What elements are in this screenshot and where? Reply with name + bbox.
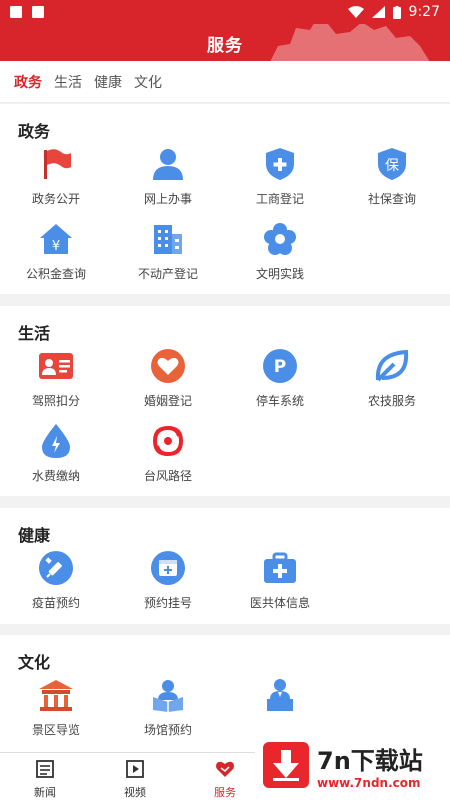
shield-bao-icon: 保 [374,146,410,182]
signal-icon [371,6,385,18]
nav-video[interactable]: 视频 [90,753,180,800]
water-drop-icon [38,423,74,459]
house-yen-icon: ¥ [38,221,74,257]
category-tabs: 政务 生活 健康 文化 [0,61,450,103]
flag-icon [38,146,74,182]
service-typhoon-path[interactable]: 台风路径 [112,423,224,484]
service-medical-community[interactable]: 医共体信息 [224,550,336,611]
service-housing-fund[interactable]: ¥ 公积金查询 [0,221,112,282]
service-social-security[interactable]: 保 社保查询 [336,146,448,207]
svg-text:保: 保 [385,158,399,174]
service-appointment-registration[interactable]: 预约挂号 [112,550,224,611]
watermark-main: 7n下载站 [317,746,423,775]
service-venue-booking[interactable]: 场馆预约 [112,677,224,738]
nav-news[interactable]: 新闻 [0,753,90,800]
svg-text:P: P [274,357,286,377]
tab-health[interactable]: 健康 [94,72,122,92]
heart-icon [150,348,186,384]
section-title: 文化 [18,653,51,672]
service-vaccine-booking[interactable]: 疫苗预约 [0,550,112,611]
buildings-icon [150,221,186,257]
svg-text:¥: ¥ [52,239,60,254]
status-bar: 9:27 [0,0,450,24]
leaf-icon [374,348,410,384]
section-title: 政务 [18,122,51,141]
tab-culture[interactable]: 文化 [134,72,162,92]
service-real-estate[interactable]: 不动产登记 [112,221,224,282]
parking-icon: P [262,348,298,384]
flower-icon [262,221,298,257]
service-culture-third[interactable] [224,677,336,721]
wifi-icon [347,6,364,18]
news-icon [36,760,54,778]
battery-icon [392,5,401,19]
medical-kit-icon [262,550,298,586]
photo-notification-icon [32,6,44,18]
section-health: 健康 疫苗预约 预约挂号 医共体信息 [0,508,450,624]
tab-life[interactable]: 生活 [54,72,82,92]
service-online-affairs[interactable]: 网上办事 [112,146,224,207]
typhoon-icon [150,423,186,459]
image-notification-icon [10,6,22,18]
service-agri-tech[interactable]: 农技服务 [336,348,448,409]
service-marriage-registration[interactable]: 婚姻登记 [112,348,224,409]
temple-icon [38,677,74,713]
reader-icon [150,677,186,713]
service-parking[interactable]: P 停车系统 [224,348,336,409]
service-civilization-practice[interactable]: 文明实践 [224,221,336,282]
download-arrow-icon [263,742,309,788]
watermark-url: www.7ndn.com [317,775,421,790]
tab-gov[interactable]: 政务 [14,72,42,92]
title-bar: 服务 [0,24,450,61]
watermark-badge: 7n下载站 www.7ndn.com [255,730,450,800]
person-icon [150,146,186,182]
section-title: 健康 [18,526,51,545]
service-license-points[interactable]: 驾照扣分 [0,348,112,409]
shield-plus-icon [262,146,298,182]
id-card-icon [38,348,74,384]
page-title: 服务 [207,36,243,56]
speaker-podium-icon [262,677,298,713]
service-water-bill[interactable]: 水费缴纳 [0,423,112,484]
calendar-plus-icon [150,550,186,586]
section-title: 生活 [18,324,51,343]
service-scenic-guide[interactable]: 景区导览 [0,677,112,738]
video-icon [126,760,144,778]
syringe-icon [38,550,74,586]
status-time: 9:27 [408,4,440,20]
service-gov-open[interactable]: 政务公开 [0,146,112,207]
service-business-registration[interactable]: 工商登记 [224,146,336,207]
section-gov: 政务 政务公开 网上办事 工商登记 保 社保查询 ¥ 公积金查询 不动产登记 文… [0,104,450,294]
section-life: 生活 驾照扣分 婚姻登记 P 停车系统 农技服务 水费缴纳 台风路径 [0,306,450,496]
service-icon [216,761,234,777]
